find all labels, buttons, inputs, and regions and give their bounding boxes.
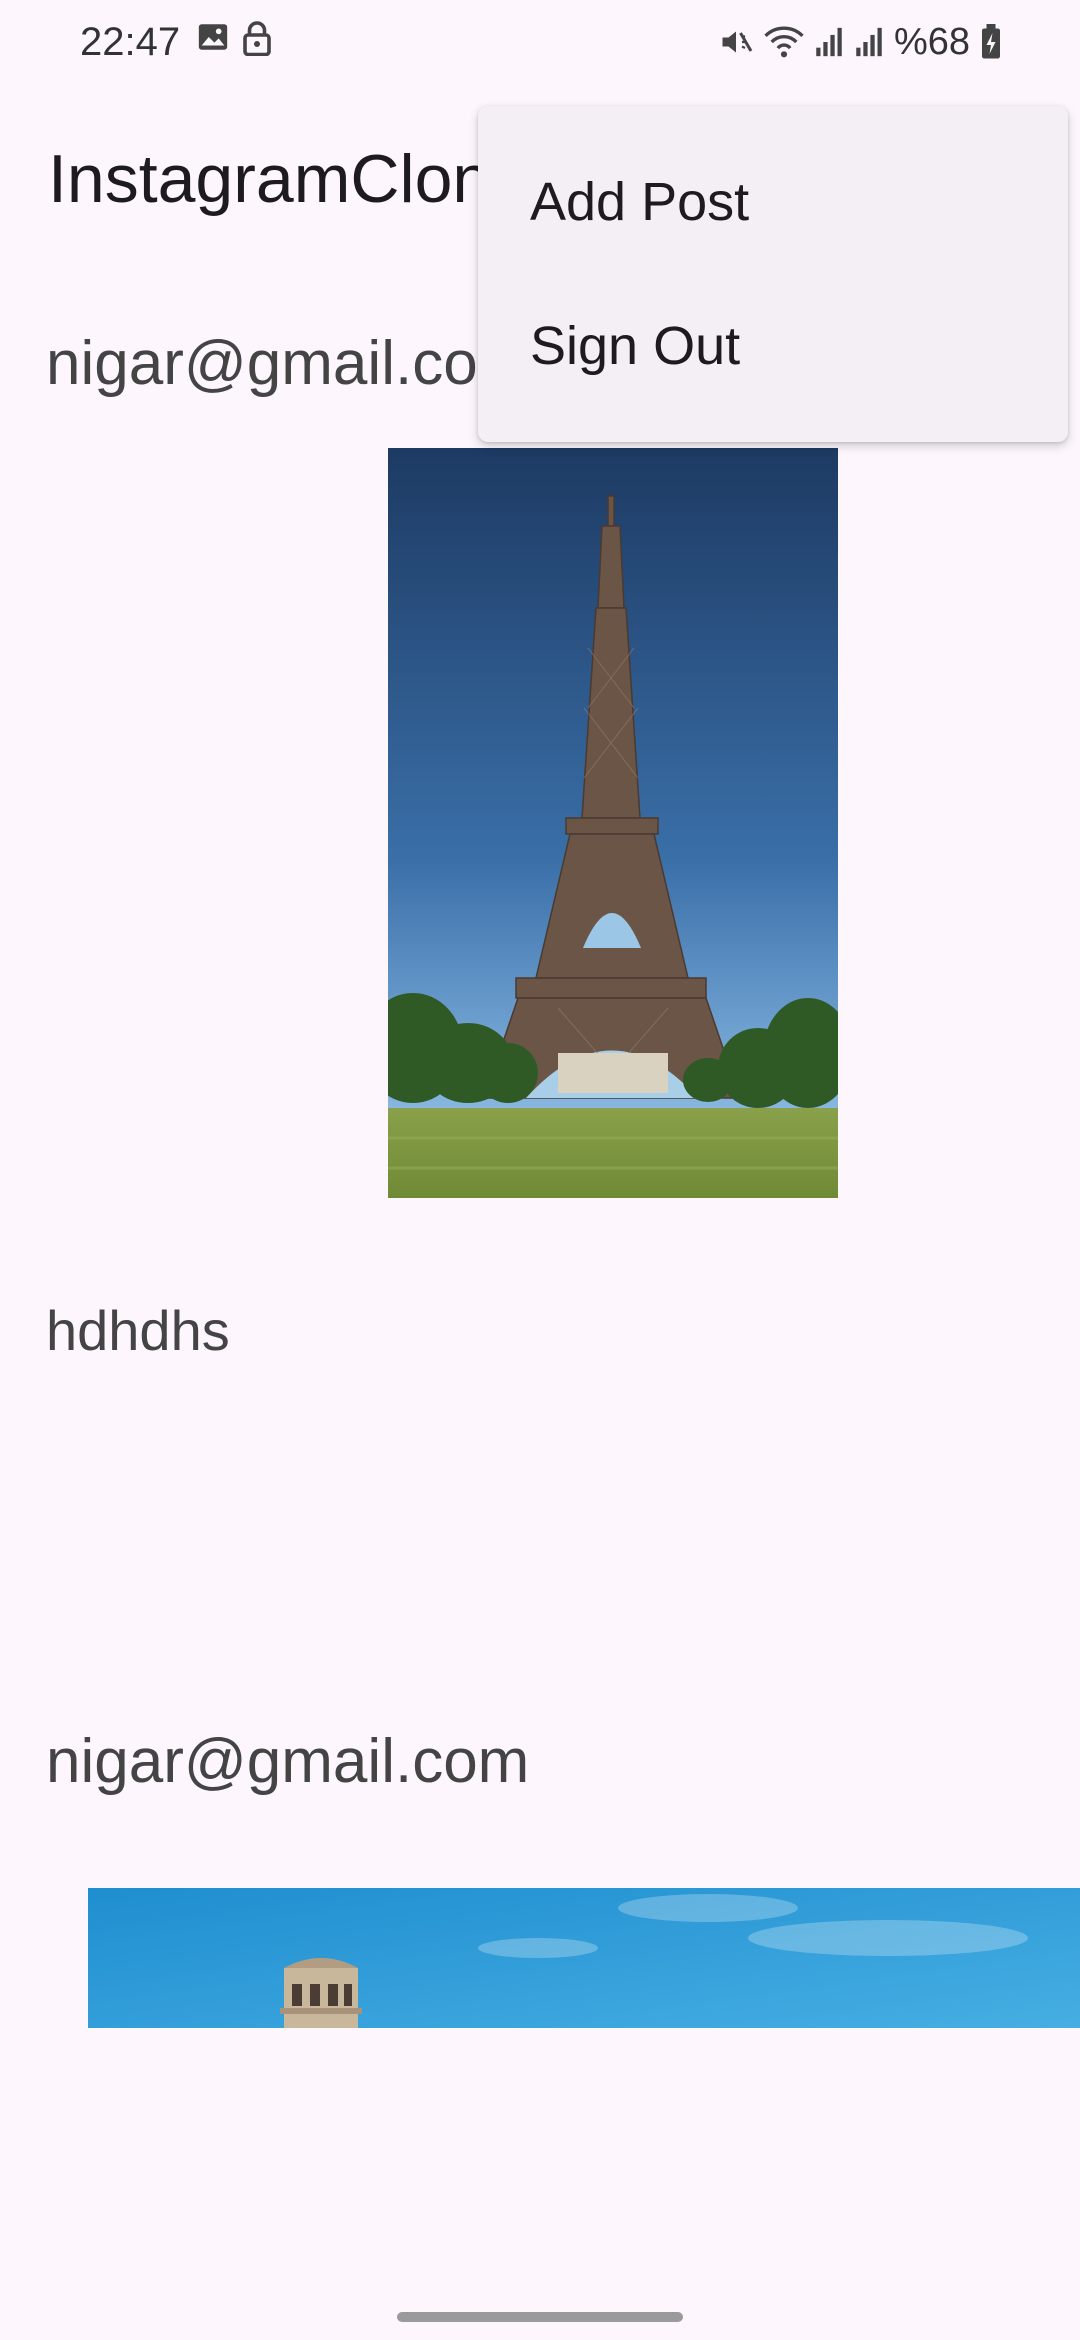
wifi-icon [764, 26, 804, 58]
image-notification-icon [198, 24, 228, 50]
gesture-navigation-bar[interactable] [397, 2312, 683, 2322]
signal-icon [816, 27, 842, 57]
status-time: 22:47 [80, 20, 181, 64]
menu-item-sign-out[interactable]: Sign Out [478, 274, 1068, 418]
menu-item-add-post[interactable]: Add Post [478, 130, 1068, 274]
mute-icon [722, 31, 753, 53]
signal-icon-2 [856, 27, 882, 57]
post-caption: hdhdhs [46, 1299, 230, 1362]
post-image-eiffel-tower [388, 448, 838, 1198]
post-author-email: nigar@gmail.com [46, 1727, 530, 1796]
lock-icon [243, 21, 271, 56]
overflow-menu: Add Post Sign Out [478, 106, 1068, 442]
post-author-email: nigar@gmail.com [46, 329, 530, 398]
battery-charging-icon [982, 24, 1000, 59]
status-right: %68 [718, 20, 1002, 64]
post-image-tower-sky [88, 1888, 1080, 2028]
battery-percent: %68 [893, 20, 970, 63]
status-bar: 22:47 %68 [0, 0, 1080, 84]
app-title: InstagramClone [48, 141, 529, 217]
